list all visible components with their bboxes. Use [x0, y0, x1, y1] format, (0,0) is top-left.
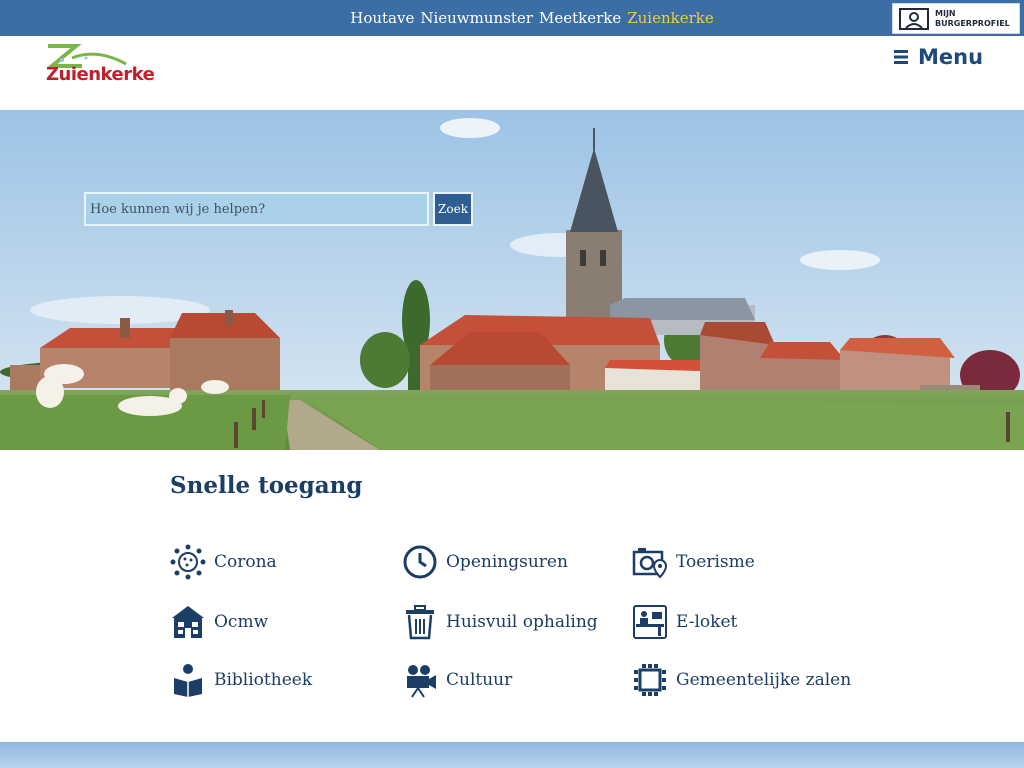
quick-link-label: Corona	[214, 552, 277, 572]
village-link-meetkerke[interactable]: Meetkerke	[539, 9, 621, 27]
quick-link-ocmw[interactable]: Ocmw	[170, 604, 268, 640]
search-button[interactable]: Zoek	[433, 192, 473, 226]
hero-banner: Zoek	[0, 110, 1024, 450]
village-landscape-image	[0, 110, 1024, 450]
quick-link-label: Huisvuil ophaling	[446, 612, 598, 632]
quick-link-openingsuren[interactable]: Openingsuren	[402, 544, 568, 580]
top-bar: Houtave Nieuwmunster Meetkerke Zuienkerk…	[0, 0, 1024, 36]
profile-label: MIJN BURGERPROFIEL	[935, 8, 1010, 28]
quick-link-label: Ocmw	[214, 612, 269, 632]
quick-link-toerisme[interactable]: Toerisme	[632, 544, 755, 580]
virus-icon	[170, 544, 206, 580]
village-link-nieuwmunster[interactable]: Nieuwmunster	[420, 9, 533, 27]
trash-icon	[406, 605, 434, 640]
village-link-houtave[interactable]: Houtave	[350, 9, 414, 27]
quick-link-label: E-loket	[676, 612, 738, 632]
camera-location-icon	[632, 548, 668, 579]
meeting-room-icon	[634, 664, 666, 696]
village-nav: Houtave Nieuwmunster Meetkerke Zuienkerk…	[0, 0, 1024, 36]
logo-text: Zuienkerke	[46, 64, 155, 85]
quick-access-section: Snelle toegang Corona Openingsuren Toeri…	[0, 450, 1024, 742]
film-camera-icon	[407, 665, 436, 698]
menu-button[interactable]: Menu	[894, 44, 983, 70]
quick-link-label: Cultuur	[446, 670, 513, 690]
profile-card-icon	[899, 7, 929, 30]
quick-link-gemeentelijke-zalen[interactable]: Gemeentelijke zalen	[632, 662, 851, 698]
quick-access-title: Snelle toegang	[170, 472, 363, 499]
quick-link-label: Gemeentelijke zalen	[676, 670, 852, 690]
quick-link-label: Toerisme	[676, 552, 755, 572]
quick-link-label: Openingsuren	[446, 552, 568, 572]
clock-icon	[403, 545, 437, 579]
quick-link-cultuur[interactable]: Cultuur	[402, 662, 512, 698]
book-reader-icon	[174, 664, 202, 697]
site-header: Zuienkerke Menu	[0, 36, 1024, 110]
village-link-zuienkerke[interactable]: Zuienkerke	[627, 9, 714, 27]
quick-link-e-loket[interactable]: E-loket	[632, 604, 737, 640]
footer-image-strip	[0, 742, 1024, 768]
counter-desk-icon	[633, 605, 667, 639]
menu-label: Menu	[918, 45, 984, 69]
search-bar: Zoek	[84, 192, 473, 226]
quick-link-label: Bibliotheek	[214, 670, 313, 690]
quick-link-corona[interactable]: Corona	[170, 544, 277, 580]
mijn-burgerprofiel-button[interactable]: MIJN BURGERPROFIEL	[892, 3, 1020, 34]
quick-link-bibliotheek[interactable]: Bibliotheek	[170, 662, 312, 698]
quick-link-huisvuil-ophaling[interactable]: Huisvuil ophaling	[402, 604, 598, 640]
zuienkerke-logo[interactable]: Zuienkerke	[42, 40, 155, 92]
search-input[interactable]	[84, 192, 429, 226]
house-icon	[172, 606, 204, 638]
hamburger-icon	[894, 50, 908, 64]
